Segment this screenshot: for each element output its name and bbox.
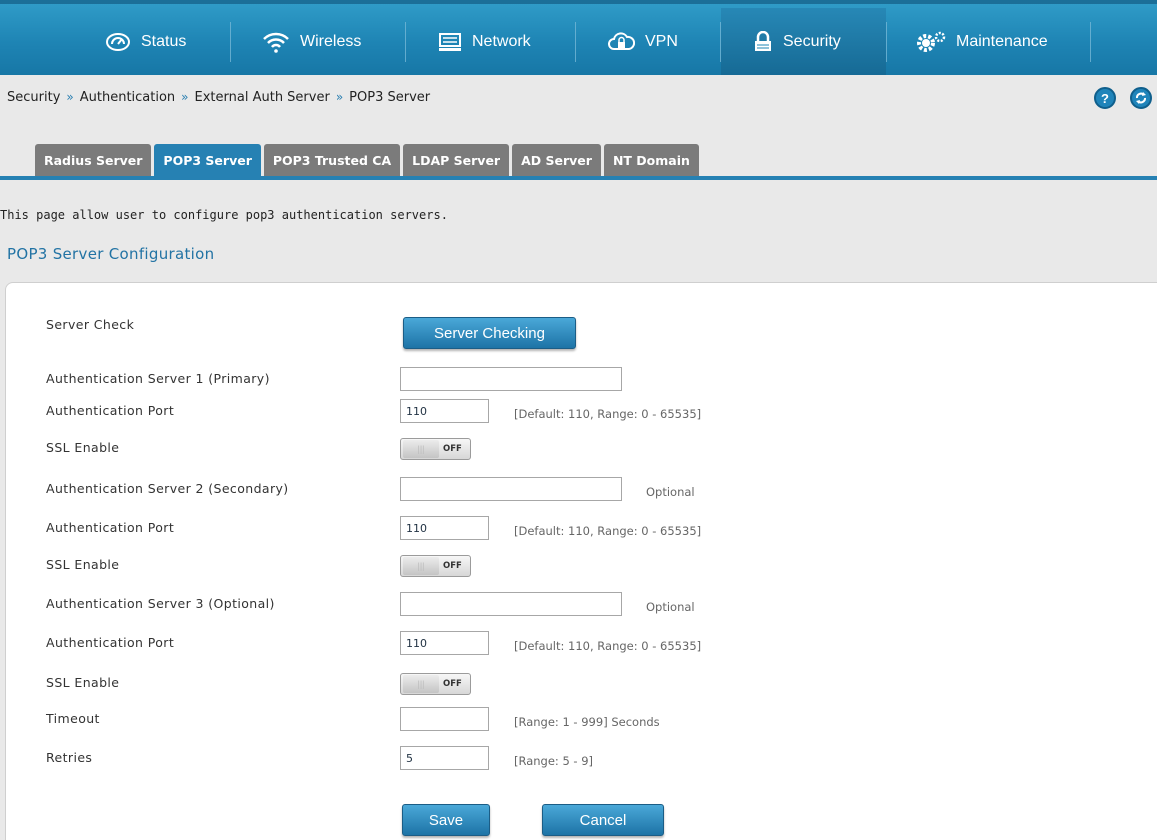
subtab-radius-server[interactable]: Radius Server [35, 144, 152, 176]
nav-tab-label: Maintenance [956, 32, 1048, 50]
ssl2-label: SSL Enable [46, 557, 120, 572]
ssl2-toggle[interactable]: ||| OFF [400, 555, 471, 577]
timeout-input[interactable] [400, 707, 489, 731]
save-button[interactable]: Save [402, 804, 490, 836]
section-title: POP3 Server Configuration [7, 245, 215, 263]
help-icon[interactable]: ? [1094, 87, 1116, 109]
server2-input[interactable] [400, 477, 622, 501]
nav-tab-network[interactable]: Network [438, 8, 531, 75]
form-row-port1: Authentication Port [Default: 110, Range… [6, 399, 1106, 425]
ssl1-label: SSL Enable [46, 440, 120, 455]
top-navigation: Status Wireless Network VPN Security Mai… [0, 0, 1157, 75]
nav-tab-label: Wireless [300, 32, 362, 50]
nav-tab-label: Security [783, 32, 841, 50]
port2-hint: [Default: 110, Range: 0 - 65535] [514, 524, 702, 538]
breadcrumb-separator: » [181, 90, 189, 104]
sub-tabs: Radius Server POP3 Server POP3 Trusted C… [35, 144, 702, 176]
refresh-arrows-icon [1136, 92, 1146, 104]
nav-tab-vpn[interactable]: VPN [607, 8, 678, 75]
retries-input[interactable] [400, 746, 489, 770]
subtab-nt-domain[interactable]: NT Domain [603, 144, 699, 176]
nav-separator [886, 22, 887, 62]
server1-input[interactable] [400, 367, 622, 391]
port2-label: Authentication Port [46, 520, 175, 535]
ssl1-toggle[interactable]: ||| OFF [400, 438, 471, 460]
port1-input[interactable] [400, 399, 489, 423]
toggle-state: OFF [443, 444, 462, 454]
subtab-ad-server[interactable]: AD Server [512, 144, 601, 176]
form-row-port3: Authentication Port [Default: 110, Range… [6, 631, 1106, 657]
server1-label: Authentication Server 1 (Primary) [46, 371, 270, 386]
port2-input[interactable] [400, 516, 489, 540]
breadcrumb-item[interactable]: External Auth Server [195, 90, 330, 105]
retries-hint: [Range: 5 - 9] [514, 754, 594, 768]
form-row-server1: Authentication Server 1 (Primary) [6, 367, 1106, 393]
cancel-button[interactable]: Cancel [542, 804, 664, 836]
padlock-icon [755, 30, 771, 51]
nav-separator [575, 22, 576, 62]
nav-separator [405, 22, 406, 62]
form-row-ssl3: SSL Enable ||| OFF [6, 671, 1106, 697]
dashboard-gauge-icon [106, 32, 130, 51]
timeout-label: Timeout [46, 711, 100, 726]
nav-tab-label: VPN [645, 32, 678, 50]
form-row-server3: Authentication Server 3 (Optional) Optio… [6, 592, 1106, 618]
server3-hint: Optional [646, 600, 695, 614]
nav-tab-wireless[interactable]: Wireless [262, 8, 361, 75]
subtab-underline [0, 176, 1157, 180]
refresh-icon[interactable] [1130, 87, 1152, 109]
gears-icon [917, 31, 946, 52]
port3-input[interactable] [400, 631, 489, 655]
toggle-grip: ||| [403, 675, 439, 693]
server2-label: Authentication Server 2 (Secondary) [46, 481, 289, 496]
port3-hint: [Default: 110, Range: 0 - 65535] [514, 639, 702, 653]
form-row-ssl1: SSL Enable ||| OFF [6, 436, 1106, 462]
form-row-timeout: Timeout [Range: 1 - 999] Seconds [6, 707, 1106, 733]
nav-separator [1090, 22, 1091, 62]
toggle-grip: ||| [403, 557, 439, 575]
nav-tab-label: Network [472, 32, 531, 50]
form-row-retries: Retries [Range: 5 - 9] [6, 746, 1106, 772]
port1-label: Authentication Port [46, 403, 175, 418]
toggle-state: OFF [443, 561, 462, 571]
toggle-state: OFF [443, 679, 462, 689]
wifi-icon [263, 32, 289, 53]
toggle-grip: ||| [403, 440, 439, 458]
page-description: This page allow user to configure pop3 a… [0, 208, 448, 222]
ssl3-label: SSL Enable [46, 675, 120, 690]
nav-tab-security[interactable]: Security [721, 8, 886, 75]
subtab-ldap-server[interactable]: LDAP Server [403, 144, 510, 176]
cloud-lock-icon [608, 31, 635, 50]
breadcrumb-item[interactable]: Security [7, 90, 60, 105]
server-checking-button[interactable]: Server Checking [403, 317, 576, 349]
server3-input[interactable] [400, 592, 622, 616]
nav-separator [230, 22, 231, 62]
subtab-pop3-server[interactable]: POP3 Server [154, 144, 261, 176]
server3-label: Authentication Server 3 (Optional) [46, 596, 275, 611]
subtab-pop3-trusted-ca[interactable]: POP3 Trusted CA [263, 144, 401, 176]
nav-tab-maintenance[interactable]: Maintenance [916, 8, 1048, 75]
nav-tab-label: Status [141, 32, 187, 50]
nav-tab-status[interactable]: Status [105, 8, 186, 75]
form-row-port2: Authentication Port [Default: 110, Range… [6, 516, 1106, 542]
port3-label: Authentication Port [46, 635, 175, 650]
server2-hint: Optional [646, 485, 695, 499]
form-row-server-check: Server Check Server Checking [6, 313, 1106, 349]
breadcrumb-item[interactable]: Authentication [80, 90, 175, 105]
timeout-hint: [Range: 1 - 999] Seconds [514, 715, 660, 729]
form-row-server2: Authentication Server 2 (Secondary) Opti… [6, 477, 1106, 503]
port1-hint: [Default: 110, Range: 0 - 65535] [514, 407, 702, 421]
form-row-ssl2: SSL Enable ||| OFF [6, 553, 1106, 579]
breadcrumb: Security » Authentication » External Auth Se… [7, 90, 430, 105]
breadcrumb-separator: » [335, 90, 344, 104]
config-panel: Server Check Server Checking Authenticat… [5, 282, 1157, 840]
server-check-label: Server Check [46, 317, 135, 332]
breadcrumb-separator: » [66, 90, 74, 104]
retries-label: Retries [46, 750, 93, 765]
monitor-icon [439, 32, 461, 51]
ssl3-toggle[interactable]: ||| OFF [400, 673, 471, 695]
breadcrumb-item: POP3 Server [349, 90, 431, 105]
